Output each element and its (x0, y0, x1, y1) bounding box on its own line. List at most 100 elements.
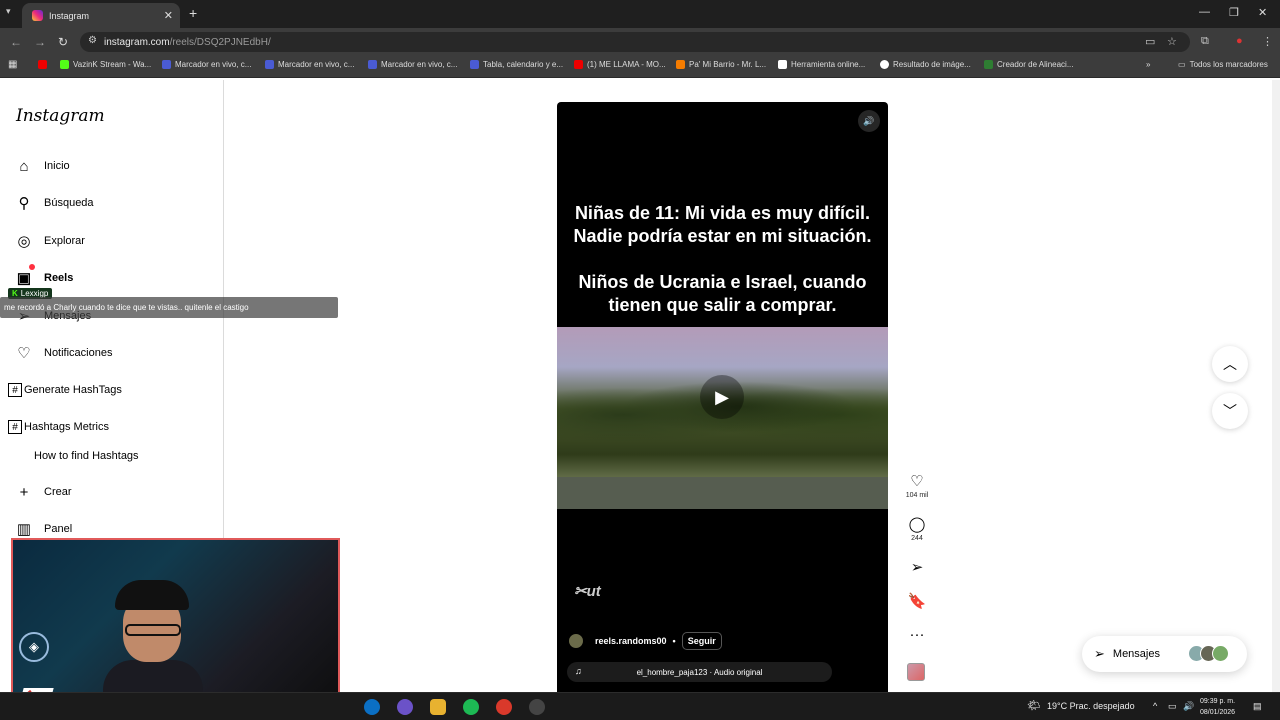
play-icon[interactable]: ▶ (700, 375, 744, 419)
messages-pill[interactable]: ➢ Mensajes (1082, 636, 1247, 672)
bookmark-favicon-icon (470, 60, 479, 69)
more-options-icon[interactable]: ··· (903, 626, 931, 643)
page-scrollbar[interactable] (1272, 80, 1280, 692)
instagram-logo[interactable]: Instagram (16, 106, 105, 126)
browser-tabbar: ▾ Instagram ✕ + — ❐ ✕ (0, 0, 1280, 28)
app-icon[interactable] (397, 699, 413, 715)
menu-icon[interactable]: ⋮ (1262, 35, 1273, 48)
sidebar-item-reels[interactable]: ▣ Reels (14, 268, 73, 288)
sidebar-item-how-to-find-hashtags[interactable]: How to find Hashtags (34, 450, 139, 462)
heart-icon[interactable]: ♡ (903, 472, 931, 490)
author-username[interactable]: reels.randoms00 (595, 636, 667, 646)
notifications-icon[interactable]: ▤ (1253, 701, 1262, 712)
bookmark-item[interactable]: Creador de Alineaci... (984, 60, 1074, 69)
more-bookmarks-icon[interactable]: » (1146, 60, 1150, 69)
comment-icon[interactable]: ◯ (903, 515, 931, 533)
bookmark-item[interactable]: Marcador en vivo, c... (368, 60, 457, 69)
volume-icon[interactable]: 🔊 (1183, 701, 1194, 712)
sidebar-item-busqueda[interactable]: ⚲ Búsqueda (14, 193, 94, 213)
apps-grid-icon[interactable]: ▦ (8, 59, 17, 70)
reel-author: reels.randoms00 • Seguir (569, 632, 722, 650)
sidebar-item-crear[interactable]: + Crear (14, 482, 72, 502)
bookmark-favicon-icon (984, 60, 993, 69)
sidebar-item-notificaciones[interactable]: ♡ Notificaciones (14, 343, 112, 363)
chevron-down-icon: ﹀ (1223, 403, 1237, 419)
bookmark-icon[interactable]: 🔖 (903, 592, 931, 610)
bookmark-item[interactable]: VazinK Stream - Wa... (60, 60, 151, 69)
avatar[interactable] (569, 634, 583, 648)
soundcloud-icon (676, 60, 685, 69)
minimize-icon[interactable]: — (1199, 6, 1210, 18)
site-info-icon[interactable]: ⚙ (88, 35, 97, 46)
file-explorer-icon[interactable] (430, 699, 446, 715)
weather-text[interactable]: 19°C Prac. despejado (1047, 701, 1135, 711)
compass-icon: ◎ (17, 233, 31, 250)
profile-icon[interactable]: ● (1236, 35, 1243, 47)
system-clock[interactable]: 09:39 p. m. 08/01/2026 (1200, 696, 1235, 718)
plus-icon: + (19, 483, 29, 501)
reel-video-frame[interactable]: ▶ (557, 327, 888, 509)
reload-icon[interactable]: ↻ (58, 35, 68, 49)
share-action[interactable]: ➢ (903, 558, 931, 576)
bookmark-item[interactable]: Marcador en vivo, c... (265, 60, 354, 69)
bookmark-item[interactable]: (1) ME LLAMA - MO... (574, 60, 666, 69)
bookmark-item[interactable]: Resultado de imáge... (880, 60, 971, 69)
audio-track-pill[interactable]: ♫ el_hombre_paja123 · Audio original (567, 662, 832, 682)
more-action[interactable]: ··· (903, 626, 931, 643)
send-icon[interactable]: ➢ (903, 558, 931, 576)
spotify-icon[interactable] (463, 699, 479, 715)
edge-icon[interactable] (364, 699, 380, 715)
chat-message: me recordó a Charly cuando te dice que t… (0, 297, 338, 318)
reel-caption-text: Niñas de 11: Mi vida es muy difícil. Nad… (573, 203, 872, 315)
tab-list-chevron-icon[interactable]: ▾ (6, 6, 11, 17)
bookmark-item[interactable]: Tabla, calendario y e... (470, 60, 563, 69)
follow-button[interactable]: Seguir (681, 632, 722, 650)
hashtag-icon: # (8, 420, 22, 434)
network-icon[interactable]: ▭ (1168, 701, 1177, 712)
install-app-icon[interactable]: ▭ (1145, 35, 1155, 48)
audio-thumbnail[interactable] (907, 663, 925, 681)
sidebar-item-inicio[interactable]: ⌂ Inicio (14, 156, 69, 176)
bookmark-item[interactable]: Herramienta online... (778, 60, 865, 69)
sidebar-item-explorar[interactable]: ◎ Explorar (14, 231, 85, 251)
previous-reel-button[interactable]: ︿ (1212, 346, 1248, 382)
next-reel-button[interactable]: ﹀ (1212, 393, 1248, 429)
url-path: /reels/DSQ2PJNEdbH/ (169, 36, 271, 48)
sidebar-item-label: Notificaciones (44, 347, 113, 359)
forward-icon[interactable]: → (34, 35, 46, 49)
close-window-icon[interactable]: ✕ (1258, 6, 1267, 19)
chrome-icon[interactable] (496, 699, 512, 715)
obs-icon[interactable] (529, 699, 545, 715)
save-action[interactable]: 🔖 (903, 592, 931, 610)
back-icon[interactable]: ← (10, 35, 22, 49)
bookmark-item[interactable]: Marcador en vivo, c... (162, 60, 251, 69)
like-action[interactable]: ♡ 104 mil (903, 472, 931, 499)
address-bar[interactable]: ⚙ instagram.com/reels/DSQ2PJNEdbH/ (80, 32, 1190, 52)
tray-chevron-icon[interactable]: ^ (1153, 701, 1157, 711)
all-bookmarks[interactable]: ▭ Todos los marcadores (1178, 60, 1268, 69)
bookmarks-bar: ▦ VazinK Stream - Wa... Marcador en vivo… (0, 56, 1280, 78)
chevron-up-icon: ︿ (1223, 356, 1237, 372)
sidebar-item-generate-hashtags[interactable]: # Generate HashTags (8, 383, 122, 397)
new-tab-icon[interactable]: + (189, 5, 197, 21)
sidebar-item-hashtags-metrics[interactable]: # Hashtags Metrics (8, 420, 109, 434)
close-tab-icon[interactable]: ✕ (164, 9, 173, 22)
sidebar-item-panel[interactable]: ▥ Panel (14, 519, 72, 539)
comment-count: 244 (911, 535, 923, 542)
bookmark-item[interactable] (38, 60, 51, 69)
capcut-watermark-icon: ✂ut (574, 583, 601, 600)
browser-tab-instagram[interactable]: Instagram ✕ (22, 3, 180, 28)
restore-icon[interactable]: ❐ (1229, 6, 1239, 19)
weather-icon: 🌤 (1027, 700, 1041, 712)
sidebar-item-label: Hashtags Metrics (24, 421, 109, 433)
bookmark-item[interactable]: Pa' Mi Barrio - Mr. L... (676, 60, 766, 69)
bookmark-star-icon[interactable]: ☆ (1167, 35, 1177, 48)
message-avatars (1188, 645, 1229, 662)
volume-icon[interactable]: 🔊 (858, 110, 880, 132)
webcam-overlay: ◈ (11, 538, 340, 712)
windows-taskbar: 🌤 19°C Prac. despejado ^ ▭ 🔊 09:39 p. m.… (0, 692, 1280, 720)
reel-player[interactable]: 🔊 Niñas de 11: Mi vida es muy difícil. N… (557, 102, 888, 692)
sidebar-item-label: Crear (44, 486, 72, 498)
extensions-icon[interactable]: ⧉ (1201, 35, 1209, 48)
comment-action[interactable]: ◯ 244 (903, 515, 931, 542)
